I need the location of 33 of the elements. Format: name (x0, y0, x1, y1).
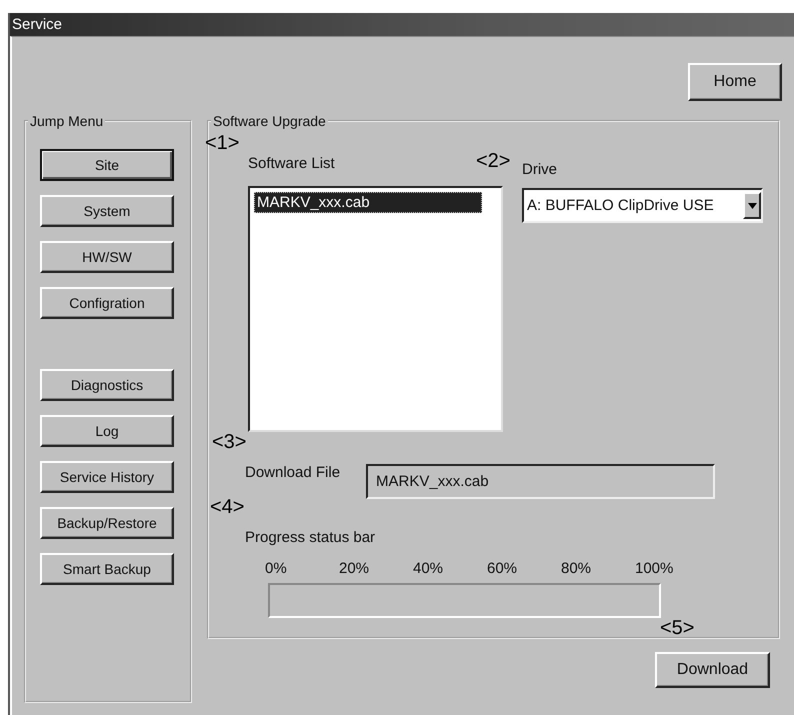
tick-label: 0% (265, 560, 288, 577)
field-label: Download File (245, 464, 340, 481)
menu-button[interactable]: Smart Backup (40, 553, 174, 585)
software-list[interactable]: MARKV_xxx.cab (248, 186, 503, 432)
menu-button[interactable]: Service History (40, 461, 174, 493)
download-button[interactable]: Download (655, 652, 770, 688)
menu-button[interactable]: Backup/Restore (40, 507, 174, 539)
menu-button[interactable]: HW/SW (40, 241, 174, 273)
field-label: Drive (522, 161, 558, 178)
menu-button[interactable]: Configration (40, 287, 174, 319)
field-label: Software List (248, 155, 335, 172)
field-label: Progress status bar (245, 529, 376, 546)
window-title: Service (12, 16, 62, 33)
tick-label: 80% (561, 560, 592, 577)
callout-label: <4> (210, 497, 244, 517)
menu-button[interactable]: Site (40, 149, 174, 181)
menu-button[interactable]: Log (40, 415, 174, 447)
tick-label: 40% (413, 560, 444, 577)
tick-label: 20% (339, 560, 370, 577)
callout-label: <2> (476, 151, 510, 171)
download-file-field[interactable]: MARKV_xxx.cab (366, 464, 716, 499)
home-button[interactable]: Home (688, 63, 782, 101)
menu-button[interactable]: System (40, 195, 174, 227)
list-item[interactable]: MARKV_xxx.cab (254, 192, 482, 213)
drive-dropdown[interactable]: A: BUFFALO ClipDrive USE (522, 188, 763, 223)
callout-label: <3> (212, 432, 246, 452)
group-title: Jump Menu (29, 113, 104, 129)
callout-label: <5> (660, 618, 694, 638)
menu-button[interactable]: Diagnostics (40, 369, 174, 401)
group-title: Software Upgrade (212, 113, 327, 129)
tick-label: 60% (487, 560, 518, 577)
callout-label: <1> (205, 133, 240, 153)
tick-label: 100% (635, 560, 674, 577)
